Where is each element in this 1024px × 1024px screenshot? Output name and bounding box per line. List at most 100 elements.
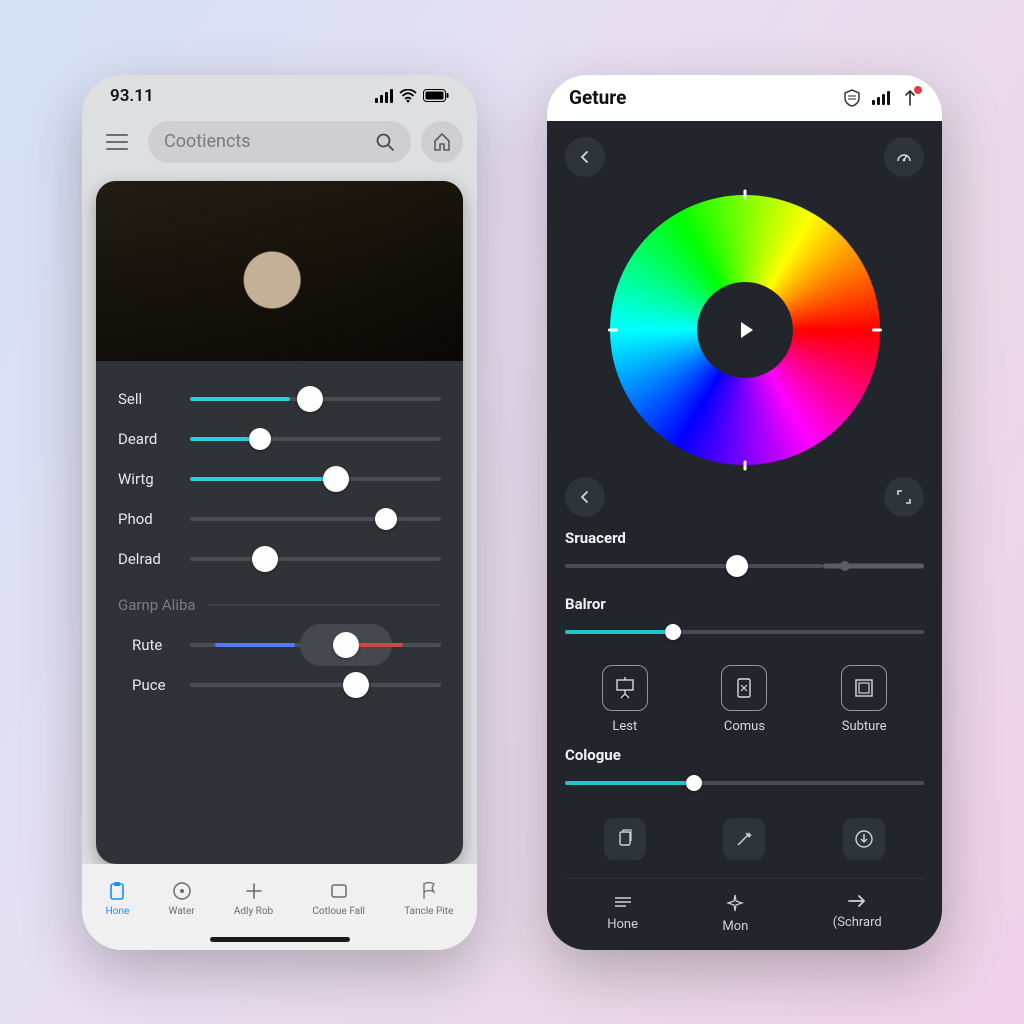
phone-left: 93.11 Cootiencts Sell [82,75,477,950]
preset-lest[interactable]: Lest [602,665,648,734]
slider-track[interactable] [190,673,441,697]
adjustment-card: Sell Deard Wirtg [96,181,463,864]
top-action-row [565,137,924,177]
slider-label: Phod [118,510,190,528]
fullscreen-button[interactable] [884,477,924,517]
tool-download[interactable] [843,818,885,860]
preset-label: Lest [612,719,637,734]
tool-wand[interactable] [723,818,765,860]
nav-label: Tancle Pite [404,906,453,917]
slider-label: Wirtg [118,470,190,488]
cellular-signal-icon [375,89,393,103]
slider-balror: Balror [565,595,924,649]
battery-icon [423,89,449,102]
shield-icon[interactable] [842,88,862,108]
bottom-nav: Hone Water Adly Rob Cotloue Fall Tancle … [82,864,477,950]
preview-image [96,181,463,361]
slider-puce: Puce [118,665,441,705]
slider-track[interactable] [190,547,441,571]
mid-action-row [565,477,924,517]
home-icon [432,132,452,152]
arrow-right-icon [846,893,868,909]
cellular-signal-icon [872,91,890,105]
search-input[interactable]: Cootiencts [148,121,411,163]
nav-water[interactable]: Water [169,880,195,917]
tool-copy[interactable] [604,818,646,860]
slider-divider [208,593,441,617]
status-bar: 93.11 [82,75,477,117]
slider-rute: Rute [118,625,441,665]
nav-home[interactable]: Hone [106,880,130,917]
slider-label: Cologue [565,746,924,764]
nav-adly[interactable]: Adly Rob [234,880,273,917]
paper-arrow-icon [732,676,756,700]
notification-dot-icon [914,86,922,94]
app-title: Geture [569,86,832,109]
preset-subture[interactable]: Subture [841,665,887,734]
nav-schard[interactable]: (Schrard [833,893,882,934]
nav-cot[interactable]: Cotloue Fall [312,880,365,917]
nav-label: Hone [106,906,130,917]
slider-track[interactable] [565,553,924,579]
preset-label: Subture [842,719,887,734]
slider-label: Balror [565,595,924,613]
nav-label: Water [169,906,195,917]
nav-home[interactable]: Hone [607,893,638,934]
slider-track[interactable] [190,427,441,451]
status-time: 93.11 [110,86,154,106]
slider-label: Sruacerd [565,529,924,547]
corners-icon [896,489,912,505]
header-bar: Geture [547,75,942,121]
menu-button[interactable] [96,121,138,163]
play-icon [732,317,758,343]
settings-button[interactable] [884,137,924,177]
slider-track[interactable] [565,770,924,796]
nav-label: Adly Rob [234,906,273,917]
color-wheel[interactable] [595,195,895,465]
hamburger-icon [106,134,128,150]
copy-icon [615,829,635,849]
nav-tancle[interactable]: Tancle Pite [404,880,453,917]
slider-track[interactable] [190,633,441,657]
notification-icon[interactable] [900,88,920,108]
slider-track[interactable] [190,467,441,491]
nav-label: Cotloue Fall [312,906,365,917]
slider-sell: Sell [118,379,441,419]
search-icon [375,132,395,152]
slider-label: Sell [118,390,190,408]
slider-delrad: Delrad [118,539,441,579]
download-icon [854,829,874,849]
home-button[interactable] [421,121,463,163]
frame-icon [852,676,876,700]
back-button[interactable] [565,137,605,177]
slider-track[interactable] [565,619,924,645]
slider-track[interactable] [190,387,441,411]
editor-body: Sruacerd Balror Lest Comus [547,121,942,950]
tool-row [565,812,924,866]
search-placeholder: Cootiencts [164,131,365,152]
chevron-left-icon [578,490,592,504]
slider-group-label-row: Garnp Aliba [118,585,441,625]
sparkle-icon [725,893,745,913]
slider-cologue: Cologue [565,746,924,800]
clipboard-icon [106,880,128,902]
preset-comus[interactable]: Comus [721,665,767,734]
prev-button[interactable] [565,477,605,517]
wifi-icon [399,89,417,103]
preset-label: Comus [724,719,765,734]
play-button[interactable] [697,282,793,378]
slider-saturation: Sruacerd [565,529,924,583]
top-bar: Cootiencts [82,117,477,175]
slider-group-label: Garnp Aliba [118,596,208,614]
slider-label: Rute [132,636,190,654]
slider-label: Deard [118,430,190,448]
slider-track[interactable] [190,507,441,531]
slider-wirtg: Wirtg [118,459,441,499]
home-indicator [210,937,350,942]
gauge-icon [895,148,913,166]
slider-phod: Phod [118,499,441,539]
easel-icon [612,675,638,701]
nav-mon[interactable]: Mon [722,893,748,934]
dot-circle-icon [171,880,193,902]
phone-right: Geture [547,75,942,950]
